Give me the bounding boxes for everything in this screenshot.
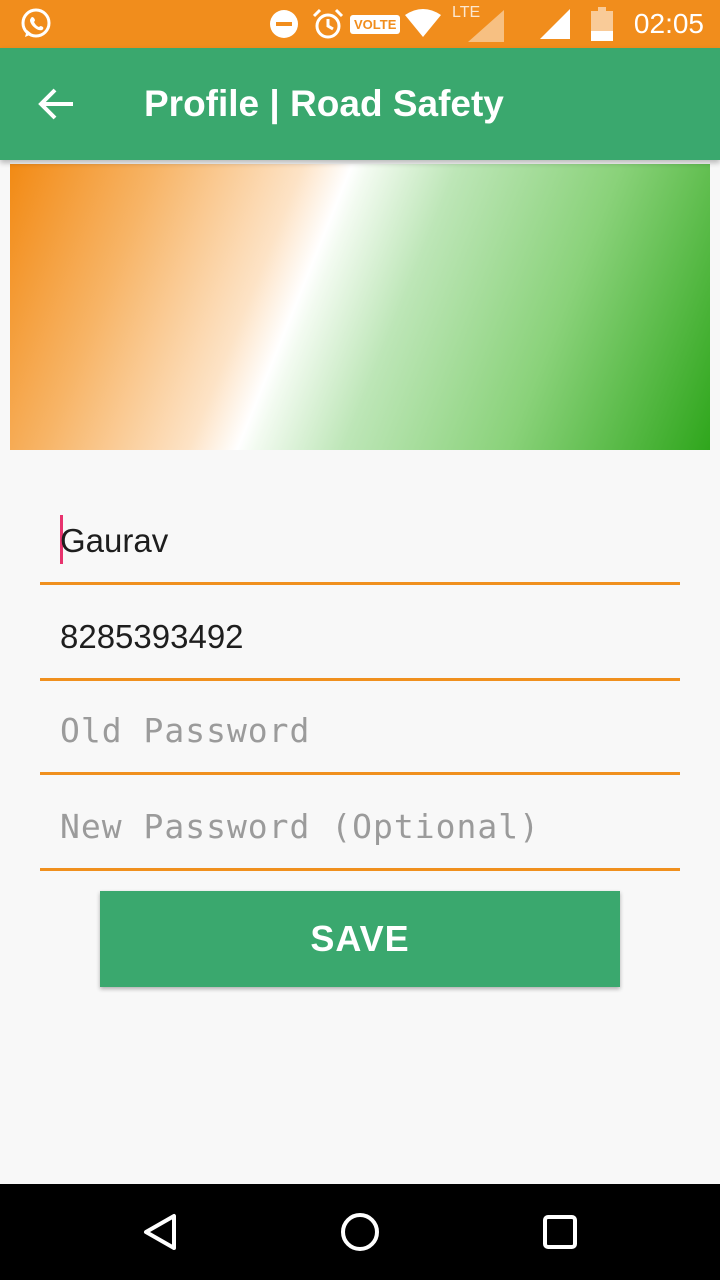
page-title: Profile | Road Safety (144, 83, 504, 124)
home-circle-icon (341, 1213, 379, 1251)
signal-icon (538, 0, 572, 48)
wifi-icon (405, 0, 441, 48)
nav-recents-button[interactable] (528, 1200, 592, 1264)
alarm-icon (311, 0, 345, 48)
battery-icon (591, 0, 613, 48)
back-button[interactable] (24, 72, 88, 136)
do-not-disturb-icon (268, 0, 300, 48)
save-button[interactable]: SAVE (100, 891, 620, 987)
old-password-field[interactable]: Old Password (40, 679, 680, 775)
system-nav-bar (0, 1184, 720, 1280)
lte-signal-icon: LTE (450, 0, 506, 48)
status-bar: VOLTE LTE 02:05 (0, 0, 720, 48)
name-value: Gaurav (60, 522, 169, 559)
phone-value: 8285393492 (60, 618, 244, 655)
name-field[interactable]: Gaurav (40, 489, 680, 585)
whatsapp-icon (18, 0, 54, 48)
volte-icon: VOLTE (350, 0, 401, 48)
old-password-placeholder: Old Password (60, 711, 311, 750)
new-password-placeholder: New Password (Optional) (60, 807, 540, 846)
back-triangle-icon (144, 1214, 176, 1250)
lte-label: LTE (452, 4, 481, 21)
tricolor-banner-image (10, 164, 710, 450)
phone-field[interactable]: 8285393492 (40, 585, 680, 681)
arrow-back-icon (38, 88, 73, 120)
recents-square-icon (543, 1215, 577, 1249)
nav-back-button[interactable] (128, 1200, 192, 1264)
new-password-field[interactable]: New Password (Optional) (40, 775, 680, 871)
nav-home-button[interactable] (328, 1200, 392, 1264)
volte-label: VOLTE (350, 14, 401, 34)
status-time: 02:05 (633, 8, 704, 39)
app-bar: Profile | Road Safety (0, 48, 720, 160)
